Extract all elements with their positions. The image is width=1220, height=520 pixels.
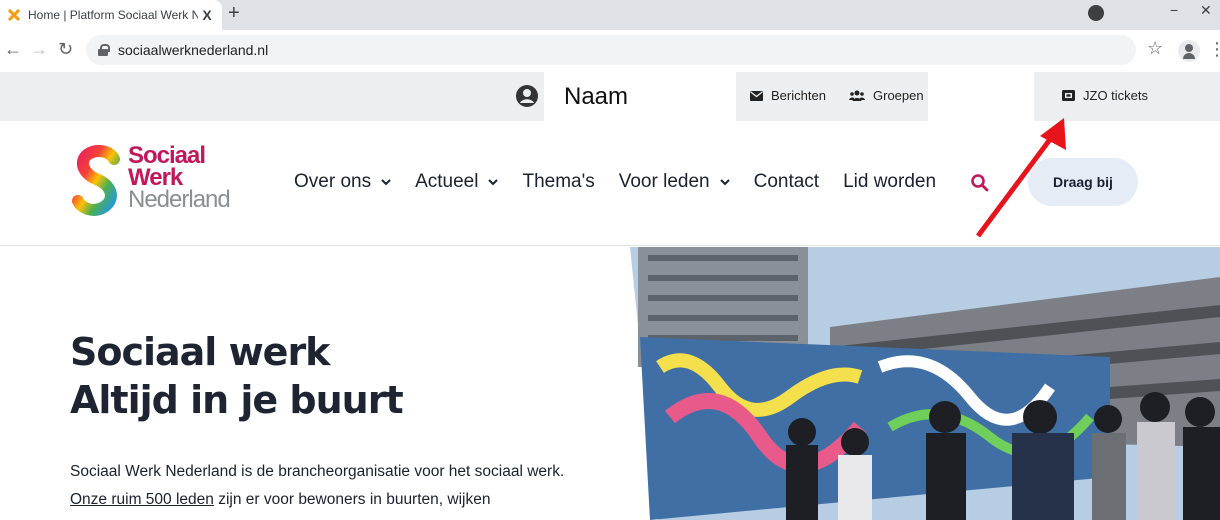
ticket-icon [1062, 90, 1075, 101]
nav-item-themas[interactable]: Thema's [522, 171, 594, 193]
profile-avatar[interactable] [1178, 40, 1200, 62]
bookmark-star-icon[interactable]: ☆ [1147, 38, 1163, 59]
extension-icon[interactable] [1088, 5, 1104, 21]
window-minimize-icon[interactable]: − [1170, 2, 1178, 18]
utility-blank-area [928, 72, 1034, 121]
site-favicon-icon [8, 9, 20, 21]
browser-tabstrip: Home | Platform Sociaal Werk Ne X + − ✕ [0, 0, 1220, 30]
forward-icon[interactable]: → [30, 39, 48, 60]
new-tab-icon[interactable]: + [228, 2, 240, 25]
chevron-down-icon [719, 179, 730, 186]
window-close-icon[interactable]: ✕ [1200, 2, 1212, 19]
lock-icon [98, 44, 110, 56]
logo-line-nederland: Nederland [128, 186, 231, 213]
logo-wordmark[interactable]: Sociaal Werk Nederland [128, 144, 231, 213]
nav-item-label: Contact [753, 171, 820, 192]
browser-menu-icon[interactable]: ⋮ [1208, 39, 1220, 60]
hero-title: Sociaal werk Altijd in je buurt [70, 328, 404, 424]
browser-tab[interactable]: Home | Platform Sociaal Werk Ne X [0, 0, 222, 30]
chevron-down-icon [381, 179, 391, 186]
nav-item-label: Over ons [294, 171, 372, 192]
hero-text-post: zijn er voor bewoners in buurten, wijken [218, 491, 491, 508]
nav-item-label: Voor leden [618, 171, 710, 192]
hero-text-pre: Sociaal Werk Nederland is de brancheorga… [70, 463, 565, 480]
url-text: sociaalwerknederland.nl [118, 42, 269, 58]
nav-item-lid-worden[interactable]: Lid worden [843, 171, 936, 193]
user-name[interactable]: Naam [544, 72, 736, 121]
hero-title-line2: Altijd in je buurt [70, 378, 404, 422]
logo-s-icon[interactable] [70, 145, 126, 217]
site-header: Sociaal Werk Nederland Over ons Actueel … [0, 121, 1220, 246]
main-navigation: Over ons Actueel Thema's Voor leden Cont… [294, 171, 960, 193]
groepen-link[interactable]: Groepen [849, 88, 924, 103]
jzo-tickets-label: JZO tickets [1083, 88, 1149, 103]
tab-close-icon[interactable]: X [198, 7, 216, 23]
chevron-down-icon [488, 179, 499, 186]
envelope-icon [750, 90, 763, 101]
users-group-icon [849, 90, 865, 101]
nav-item-voor-leden[interactable]: Voor leden [619, 171, 730, 193]
nav-item-contact[interactable]: Contact [754, 171, 819, 193]
nav-item-label: Lid worden [843, 171, 937, 192]
search-icon[interactable] [970, 173, 990, 193]
user-circle-icon[interactable] [515, 84, 539, 108]
tab-title: Home | Platform Sociaal Werk Ne [28, 8, 198, 22]
utility-bar: Naam Berichten Groepen JZO tickets [0, 72, 1220, 121]
hero-title-line1: Sociaal werk [70, 330, 330, 374]
back-icon[interactable]: ← [4, 39, 22, 60]
address-bar[interactable]: sociaalwerknederland.nl [86, 35, 1136, 65]
browser-toolbar: ← → ↻ sociaalwerknederland.nl ☆ ⋮ [0, 30, 1220, 72]
berichten-link[interactable]: Berichten [750, 88, 826, 103]
berichten-label: Berichten [771, 88, 826, 103]
draag-bij-button[interactable]: Draag bij [1028, 158, 1138, 206]
hero-intro-text: Sociaal Werk Nederland is de brancheorga… [70, 458, 590, 514]
nav-item-over-ons[interactable]: Over ons [294, 171, 391, 193]
groepen-label: Groepen [873, 88, 924, 103]
reload-icon[interactable]: ↻ [58, 39, 73, 60]
nav-item-label: Thema's [522, 171, 595, 192]
nav-item-label: Actueel [415, 171, 479, 192]
jzo-tickets-link[interactable]: JZO tickets [1062, 88, 1148, 103]
leden-link[interactable]: Onze ruim 500 leden [70, 491, 214, 508]
hero-photo [630, 247, 1220, 520]
nav-item-actueel[interactable]: Actueel [415, 171, 499, 193]
